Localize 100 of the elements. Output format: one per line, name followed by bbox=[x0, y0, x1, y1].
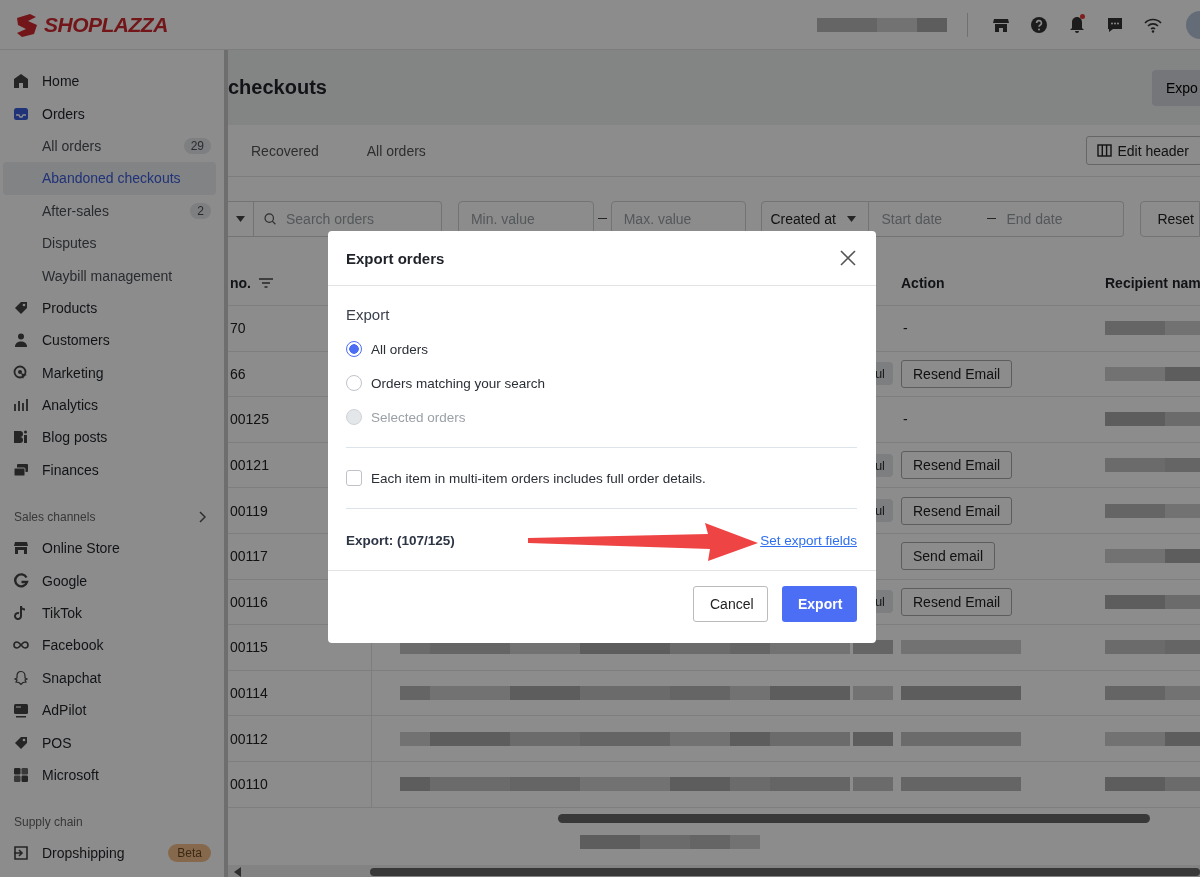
search-icon bbox=[263, 211, 276, 226]
nav-item[interactable]: Blog posts bbox=[3, 421, 216, 454]
logo-icon bbox=[14, 11, 40, 38]
count-badge: 29 bbox=[183, 137, 211, 154]
cancel-button[interactable]: Cancel bbox=[693, 586, 768, 622]
tab[interactable]: All orders bbox=[357, 125, 435, 176]
filter-icon bbox=[259, 277, 273, 288]
empty-value: - bbox=[902, 320, 908, 337]
order-number: 00110 bbox=[230, 776, 268, 793]
order-number: 70 bbox=[230, 320, 246, 337]
chevron-right-icon bbox=[198, 511, 206, 524]
date-range-field[interactable]: Start date End date bbox=[869, 200, 1125, 237]
beta-badge: Beta bbox=[168, 844, 211, 863]
resend-email-button[interactable]: Resend Email bbox=[901, 496, 1013, 525]
edit-header-button[interactable]: Edit header bbox=[1086, 136, 1200, 165]
resend-email-button[interactable]: Send email bbox=[901, 542, 996, 571]
radio-button[interactable] bbox=[346, 341, 362, 357]
search-input[interactable]: Search orders bbox=[286, 210, 441, 227]
target-icon bbox=[13, 364, 29, 381]
resend-email-button[interactable]: Resend Email bbox=[901, 359, 1013, 388]
caret-down-icon bbox=[847, 215, 857, 222]
nav-item[interactable]: Waybill management bbox=[3, 259, 216, 292]
nav-item[interactable]: Abandoned checkouts bbox=[3, 162, 216, 195]
order-number: 00125 bbox=[230, 411, 269, 428]
checkbox-label: Each item in multi-item orders includes full order details. bbox=[371, 470, 706, 486]
order-number: 00114 bbox=[230, 685, 268, 702]
nav-item[interactable]: Microsoft bbox=[3, 758, 216, 792]
export-button[interactable]: Export bbox=[782, 586, 857, 622]
nav-item[interactable]: Facebook bbox=[3, 629, 216, 662]
nav-item[interactable]: TikTok bbox=[3, 596, 216, 630]
section-heading: Supply chain bbox=[14, 815, 83, 830]
nav-item[interactable]: Marketing bbox=[3, 356, 216, 389]
grid-icon bbox=[13, 767, 29, 783]
column-header: Recipient nam bbox=[1105, 274, 1200, 291]
nav-item[interactable]: After-sales 2 bbox=[3, 194, 216, 227]
export-count: Export: (107/125) bbox=[346, 533, 455, 548]
tag-icon bbox=[13, 299, 29, 316]
empty-value: - bbox=[902, 411, 908, 428]
dialog-title: Export orders bbox=[346, 249, 445, 267]
blurred-area bbox=[853, 777, 893, 792]
order-number: 00116 bbox=[230, 593, 268, 610]
store-icon bbox=[13, 540, 29, 557]
nav-item[interactable]: Customers bbox=[3, 324, 216, 357]
set-export-fields-link[interactable]: Set export fields bbox=[760, 533, 857, 548]
value-input[interactable]: Max. value bbox=[623, 210, 746, 227]
nav-item[interactable]: Dropshipping Beta bbox=[3, 837, 216, 870]
export-button[interactable]: Expo bbox=[1152, 69, 1200, 106]
person-icon bbox=[13, 332, 29, 349]
inbox-icon bbox=[13, 105, 29, 122]
import-icon bbox=[13, 845, 29, 862]
nav-item[interactable]: Analytics bbox=[3, 388, 216, 422]
brand-name: SHOPLAZZA bbox=[44, 12, 168, 37]
order-number: 66 bbox=[230, 365, 246, 382]
date-input[interactable]: End date bbox=[1006, 210, 1103, 227]
document-icon bbox=[13, 429, 29, 446]
nav-item[interactable]: Finances bbox=[3, 453, 216, 487]
column-header: no. bbox=[230, 274, 251, 291]
tab[interactable]: Recovered bbox=[242, 125, 328, 176]
order-number: 00117 bbox=[230, 548, 268, 565]
nav-item[interactable]: Orders bbox=[3, 97, 216, 130]
count-badge: 2 bbox=[190, 202, 211, 219]
nav-item[interactable]: All orders 29 bbox=[3, 129, 216, 163]
card-icon bbox=[13, 461, 29, 478]
option-label: Selected orders bbox=[371, 409, 466, 425]
date-input[interactable]: Start date bbox=[881, 210, 978, 227]
nav-item[interactable]: Google bbox=[3, 564, 216, 597]
reset-button[interactable]: Reset bbox=[1140, 200, 1200, 237]
value-input[interactable]: Min. value bbox=[470, 210, 593, 227]
section-heading: Sales channels bbox=[14, 510, 96, 525]
blurred-area bbox=[853, 686, 893, 701]
section-label: Export bbox=[346, 306, 391, 323]
nav-item[interactable]: Home bbox=[3, 65, 216, 98]
columns-icon bbox=[1097, 144, 1113, 157]
option-label: All orders bbox=[371, 341, 429, 357]
close-icon[interactable] bbox=[840, 250, 856, 266]
nav-item[interactable]: Disputes bbox=[3, 226, 216, 260]
tag-icon bbox=[13, 734, 29, 751]
scroll-left-icon bbox=[234, 866, 242, 877]
column-header: Action bbox=[901, 274, 945, 291]
nav-item[interactable]: Online Store bbox=[3, 532, 216, 565]
scrollbar-thumb[interactable] bbox=[558, 814, 1150, 824]
caret-down-icon bbox=[235, 215, 245, 222]
order-number: 00121 bbox=[230, 457, 269, 474]
nav-item[interactable]: POS bbox=[3, 726, 216, 759]
order-number: 00119 bbox=[230, 502, 268, 519]
radio-button[interactable] bbox=[346, 375, 362, 391]
nav-item[interactable]: Products bbox=[3, 291, 216, 325]
order-number: 00115 bbox=[230, 639, 268, 656]
nav-item[interactable]: Snapchat bbox=[3, 661, 216, 695]
bar-chart-icon bbox=[13, 397, 29, 414]
help-icon[interactable] bbox=[1029, 14, 1049, 35]
search-field[interactable]: Search orders bbox=[253, 200, 442, 237]
nav-item[interactable]: AdPilot bbox=[3, 694, 216, 727]
resend-email-button[interactable]: Resend Email bbox=[901, 587, 1013, 616]
resend-email-button[interactable]: Resend Email bbox=[901, 451, 1013, 480]
scrollbar-thumb[interactable] bbox=[370, 867, 1200, 876]
home-icon bbox=[13, 73, 29, 90]
order-number: 00112 bbox=[230, 730, 268, 747]
dropdown[interactable] bbox=[228, 200, 254, 237]
checkbox[interactable] bbox=[346, 470, 362, 486]
